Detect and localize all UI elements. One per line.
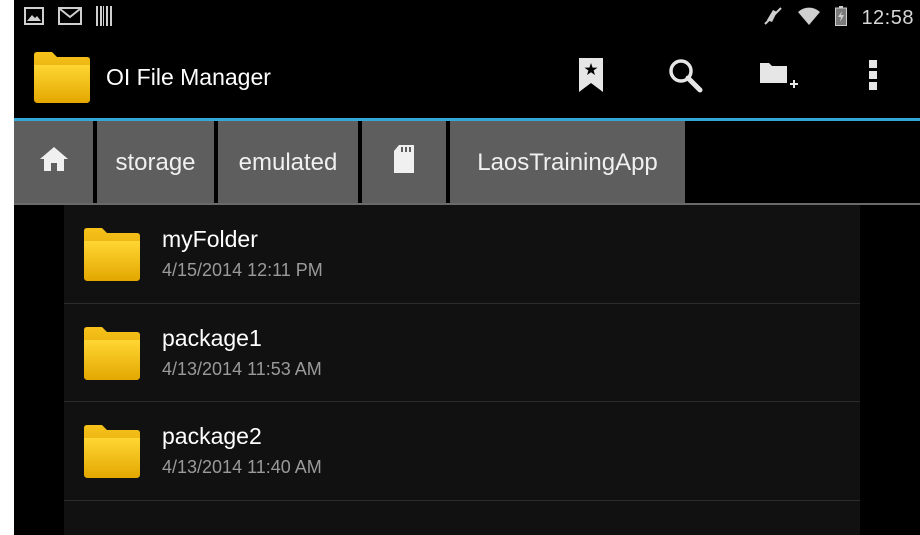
picture-notification-icon [24,6,44,30]
file-date: 4/13/2014 11:40 AM [162,457,322,477]
mute-icon [763,6,783,31]
barcode-icon [96,5,112,31]
new-folder-button[interactable] [732,36,826,118]
status-system: 12:58 [763,5,914,31]
bookmark-button[interactable] [544,36,638,118]
wifi-icon [797,6,821,31]
file-name: package2 [162,423,262,449]
overflow-menu-button[interactable] [826,36,920,118]
file-name: package1 [162,324,262,351]
home-icon [39,146,69,179]
bookmark-icon [578,57,604,98]
folder-icon [82,227,142,282]
battery-icon [835,5,848,31]
breadcrumb: storage emulated LaosTrainingApp [14,121,920,204]
list-item[interactable]: myFolder 4/15/2014 12:11 PM [64,205,860,304]
list-item[interactable]: package1 4/13/2014 11:53 AM [64,304,860,402]
overflow-menu-icon [868,59,878,96]
app-title: OI File Manager [106,63,271,90]
folder-icon [82,326,142,381]
file-list: myFolder 4/15/2014 12:11 PM package1 4/1… [64,205,860,535]
breadcrumb-laostrainingapp[interactable]: LaosTrainingApp [450,121,685,204]
list-item[interactable]: package2 4/13/2014 11:40 AM [64,402,860,501]
status-notifications [24,5,112,31]
new-folder-icon [759,59,799,96]
breadcrumb-home[interactable] [14,121,93,204]
file-date: 4/15/2014 12:11 PM [162,260,323,280]
action-bar-actions [544,36,920,118]
search-icon [667,57,703,98]
search-button[interactable] [638,36,732,118]
breadcrumb-emulated[interactable]: emulated [218,121,358,204]
action-bar: OI File Manager [14,36,920,118]
status-bar: 12:58 [14,0,920,36]
file-date: 4/13/2014 11:53 AM [162,358,322,379]
android-screen: 12:58 OI File Manager storage emulated L… [14,0,920,535]
breadcrumb-storage[interactable]: storage [97,121,214,204]
file-name: myFolder [162,226,258,252]
status-time: 12:58 [861,6,914,29]
folder-icon [82,424,142,479]
gmail-icon [58,6,82,30]
app-folder-icon[interactable] [32,47,92,107]
sd-card-icon [393,144,415,181]
breadcrumb-sdcard[interactable] [362,121,446,204]
